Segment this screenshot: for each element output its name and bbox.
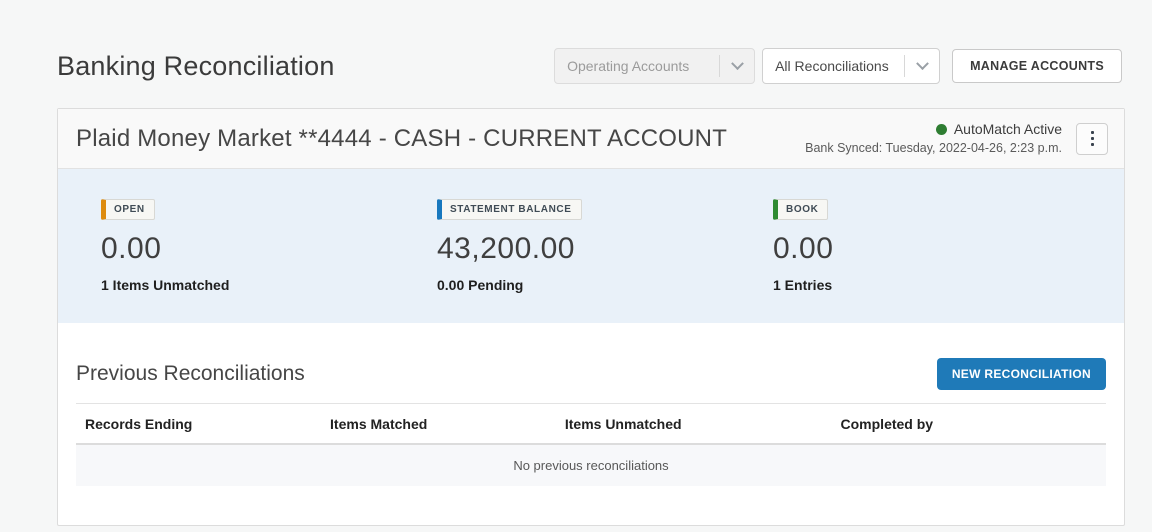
- open-value: 0.00: [101, 232, 162, 265]
- previous-reconciliations-section: Previous Reconciliations NEW RECONCILIAT…: [58, 324, 1124, 525]
- automatch-status-label: AutoMatch Active: [953, 121, 1062, 138]
- stat-statement-balance: STATEMENT BALANCE 43,200.00 0.00 Pending: [437, 199, 773, 323]
- reconciliations-select[interactable]: All Reconciliations: [762, 48, 941, 84]
- new-reconciliation-button[interactable]: NEW RECONCILIATION: [936, 358, 1106, 390]
- empty-state-row: No previous reconciliations: [76, 445, 1106, 486]
- manage-accounts-button[interactable]: MANAGE ACCOUNTS: [952, 49, 1122, 83]
- reconciliations-table: Records Ending Items Matched Items Unmat…: [76, 403, 1106, 486]
- more-options-button[interactable]: [1076, 122, 1108, 155]
- book-badge: BOOK: [773, 199, 829, 220]
- book-value: 0.00: [773, 232, 834, 265]
- open-badge: OPEN: [101, 199, 155, 220]
- kebab-icon: [1090, 131, 1094, 146]
- previous-reconciliations-title: Previous Reconciliations: [76, 362, 305, 385]
- open-sublabel: 1 Items Unmatched: [101, 277, 230, 293]
- stat-book: BOOK 0.00 1 Entries: [773, 199, 1109, 323]
- page-title: Banking Reconciliation: [57, 50, 335, 81]
- chevron-down-icon: [720, 56, 754, 71]
- statement-balance-sublabel: 0.00 Pending: [437, 277, 524, 293]
- statement-balance-badge: STATEMENT BALANCE: [437, 199, 582, 220]
- book-sublabel: 1 Entries: [773, 277, 833, 293]
- account-title: Plaid Money Market **4444 - CASH - CURRE…: [76, 124, 728, 152]
- stat-open: OPEN 0.00 1 Items Unmatched: [101, 199, 437, 323]
- account-card-header: Plaid Money Market **4444 - CASH - CURRE…: [58, 109, 1124, 169]
- column-header-items-matched: Items Matched: [330, 416, 428, 432]
- column-header-items-unmatched: Items Unmatched: [564, 416, 682, 432]
- status-dot-icon: [935, 124, 947, 136]
- topbar: Banking Reconciliation Operating Account…: [57, 46, 1122, 86]
- bank-synced-label: Bank Synced: Tuesday, 2022-04-26, 2:23 p…: [805, 141, 1062, 155]
- operating-accounts-select[interactable]: Operating Accounts: [554, 48, 756, 84]
- table-header-row: Records Ending Items Matched Items Unmat…: [76, 404, 1106, 445]
- column-header-records-ending: Records Ending: [85, 416, 193, 432]
- reconciliations-select-value: All Reconciliations: [775, 58, 889, 74]
- chevron-down-icon: [905, 56, 939, 71]
- balance-stats-band: OPEN 0.00 1 Items Unmatched STATEMENT BA…: [58, 169, 1124, 324]
- empty-state-message: No previous reconciliations: [513, 458, 669, 473]
- operating-accounts-select-value: Operating Accounts: [567, 58, 690, 74]
- sync-status-block: AutoMatch Active Bank Synced: Tuesday, 2…: [805, 120, 1062, 157]
- automatch-status: AutoMatch Active: [805, 120, 1062, 139]
- statement-balance-value: 43,200.00: [437, 232, 575, 265]
- account-card: Plaid Money Market **4444 - CASH - CURRE…: [57, 108, 1125, 526]
- column-header-completed-by: Completed by: [840, 416, 934, 432]
